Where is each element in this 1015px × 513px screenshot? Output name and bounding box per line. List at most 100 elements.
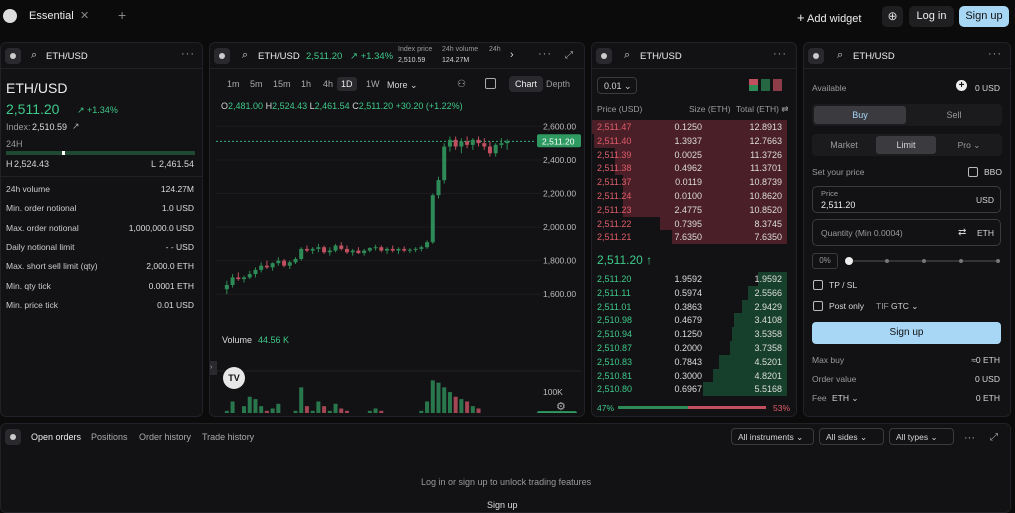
filter-dropdown[interactable]: All instruments ⌄ <box>731 428 814 445</box>
market-tab[interactable]: Market <box>814 136 874 154</box>
candle-body[interactable] <box>344 248 349 253</box>
interval-1m[interactable]: 1m <box>223 77 244 91</box>
candle-body[interactable] <box>282 260 287 266</box>
ask-row[interactable]: 2,511.38 0.4962 11.3701 <box>592 161 787 176</box>
search-icon[interactable]: ⌕ <box>837 49 843 62</box>
fee-unit-dropdown[interactable]: ETH ⌄ <box>832 393 858 404</box>
ask-row[interactable]: 2,511.23 2.4775 10.8520 <box>592 202 787 217</box>
tab-chart[interactable]: Chart <box>509 76 544 92</box>
quantity-field[interactable]: Quantity (Min 0.0004) ⇄ ETH <box>812 219 1001 246</box>
price-field[interactable]: Price 2,511.20 USD <box>812 186 1001 213</box>
bid-row[interactable]: 2,510.98 0.4679 3.4108 <box>592 313 787 328</box>
collapse-left-icon[interactable]: › <box>210 361 217 375</box>
more-icon[interactable]: ··· <box>773 48 787 60</box>
post-only-checkbox[interactable] <box>813 301 823 311</box>
more-icon[interactable]: ··· <box>181 48 195 60</box>
ask-row[interactable]: 2,511.21 7.6350 7.6350 <box>592 230 787 245</box>
panel-menu-icon[interactable] <box>596 48 612 64</box>
candle-body[interactable] <box>505 141 510 144</box>
candle-body[interactable] <box>476 139 481 144</box>
candle-body[interactable] <box>310 248 315 251</box>
ask-row[interactable]: 2,511.24 0.0100 10.8620 <box>592 189 787 203</box>
candle-body[interactable] <box>350 250 355 253</box>
orders-tab[interactable]: Positions <box>91 432 128 442</box>
candle-body[interactable] <box>407 249 412 251</box>
bid-row[interactable]: 2,510.80 0.6967 5.5168 <box>592 382 787 397</box>
chart-settings-icon[interactable] <box>485 78 496 89</box>
bid-row[interactable]: 2,511.20 1.9592 1.9592 <box>592 272 787 286</box>
slider-knob[interactable] <box>845 257 853 265</box>
bbo-checkbox[interactable] <box>968 167 978 177</box>
symbol-selector[interactable]: ETH/USD <box>46 51 88 62</box>
swap-unit-icon[interactable]: ⇄ <box>958 227 966 238</box>
add-funds-icon[interactable]: + <box>956 80 967 91</box>
symbol-selector[interactable]: ETH/USD <box>258 51 300 62</box>
bid-row[interactable]: 2,511.11 0.5974 2.5566 <box>592 285 787 300</box>
panel-menu-icon[interactable] <box>214 48 230 64</box>
filter-dropdown[interactable]: All types ⌄ <box>889 428 954 445</box>
tick-size-select[interactable]: 0.01 ⌄ <box>597 77 637 94</box>
filter-dropdown[interactable]: All sides ⌄ <box>819 428 884 445</box>
more-intervals-dropdown[interactable]: More ⌄ <box>387 80 418 91</box>
more-icon[interactable]: ··· <box>538 48 552 60</box>
expand-icon[interactable]: ⤢ <box>990 432 998 443</box>
signup-button[interactable]: Sign up <box>959 6 1009 27</box>
symbol-selector[interactable]: ETH/USD <box>640 51 682 62</box>
ask-row[interactable]: 2,511.37 0.0119 10.8739 <box>592 175 787 189</box>
scroll-right-icon[interactable]: › <box>510 49 514 61</box>
tpsl-checkbox[interactable] <box>813 280 823 290</box>
candle-body[interactable] <box>270 263 275 268</box>
bid-row[interactable]: 2,510.87 0.2000 3.7358 <box>592 341 787 355</box>
expand-icon[interactable]: ⤢ <box>565 50 573 61</box>
candle-body[interactable] <box>333 245 338 251</box>
candle-body[interactable] <box>453 139 458 147</box>
candle-body[interactable] <box>299 248 304 259</box>
interval-4h[interactable]: 4h <box>319 77 337 91</box>
candle-body[interactable] <box>362 250 367 254</box>
candle-body[interactable] <box>459 141 464 147</box>
search-icon[interactable]: ⌕ <box>624 49 630 62</box>
candle-body[interactable] <box>264 265 269 268</box>
candle-body[interactable] <box>470 139 475 145</box>
candle-body[interactable] <box>242 277 247 280</box>
orders-tab[interactable]: Order history <box>139 432 191 442</box>
candle-body[interactable] <box>493 144 498 154</box>
external-link-icon[interactable]: ↗ <box>72 121 80 132</box>
candle-body[interactable] <box>487 146 492 154</box>
partial-signup-link[interactable]: Sign up <box>487 500 518 510</box>
candle-body[interactable] <box>276 260 281 264</box>
settings-gear-icon[interactable]: ⚙ <box>556 400 566 413</box>
more-icon[interactable]: ··· <box>964 432 975 444</box>
indicator-icon[interactable]: ⚇ <box>457 79 466 90</box>
candle-body[interactable] <box>293 258 298 263</box>
candle-body[interactable] <box>287 262 292 266</box>
candle-body[interactable] <box>327 250 332 253</box>
quantity-slider[interactable] <box>845 257 1000 265</box>
interval-1h[interactable]: 1h <box>297 77 315 91</box>
order-signup-button[interactable]: Sign up <box>812 322 1001 344</box>
candle-body[interactable] <box>247 274 252 278</box>
candle-body[interactable] <box>385 248 390 251</box>
close-tab-icon[interactable]: ✕ <box>80 9 89 22</box>
candle-body[interactable] <box>322 247 327 253</box>
panel-menu-icon[interactable] <box>5 429 21 445</box>
tab-depth[interactable]: Depth <box>546 79 570 89</box>
candle-body[interactable] <box>259 265 264 270</box>
ask-row[interactable]: 2,511.22 0.7395 8.3745 <box>592 216 787 231</box>
candle-body[interactable] <box>390 248 395 251</box>
candle-body[interactable] <box>373 247 378 249</box>
candle-body[interactable] <box>356 250 361 254</box>
orders-tab[interactable]: Trade history <box>202 432 254 442</box>
ask-row[interactable]: 2,511.47 0.1250 12.8913 <box>592 120 787 134</box>
view-toggle-icon[interactable] <box>749 79 789 91</box>
search-icon[interactable]: ⌕ <box>242 49 248 62</box>
interval-5m[interactable]: 5m <box>246 77 267 91</box>
tif-dropdown[interactable]: GTC ⌄ <box>891 301 918 312</box>
candle-body[interactable] <box>224 284 229 290</box>
globe-icon[interactable]: ⊕ <box>882 6 903 27</box>
candle-body[interactable] <box>379 247 384 251</box>
login-button[interactable]: Log in <box>909 6 954 27</box>
price-chart[interactable]: 2,600.00 2,400.00 2,200.00 2,000.00 1,800.00… <box>210 93 584 413</box>
tab-essential[interactable]: Essential <box>29 10 74 22</box>
pro-dropdown[interactable]: Pro ⌄ <box>938 136 1000 154</box>
